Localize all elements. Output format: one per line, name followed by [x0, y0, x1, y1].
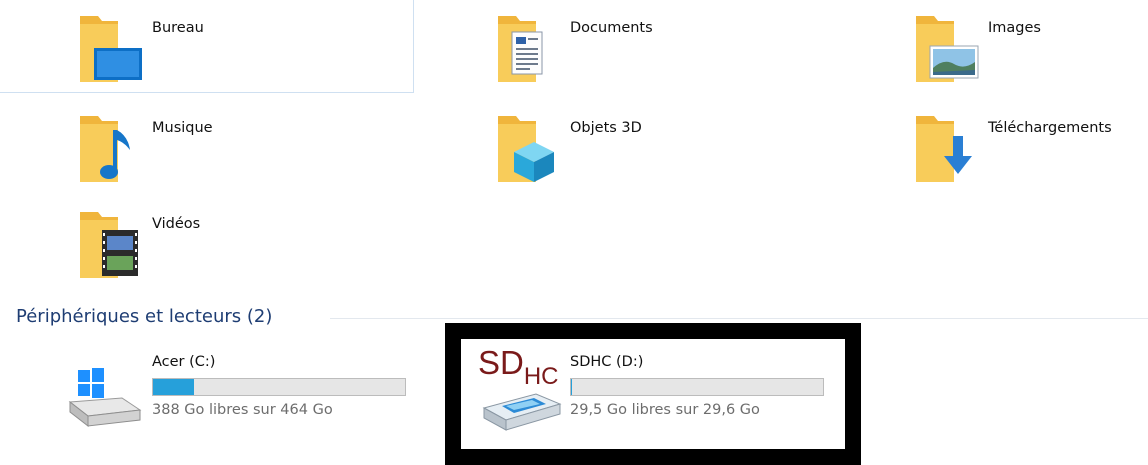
drive-free-space: 388 Go libres sur 464 Go — [152, 402, 333, 418]
drive-usage-bar — [570, 378, 824, 396]
section-divider — [330, 318, 1148, 319]
desktop-folder-icon — [80, 16, 142, 82]
3d-objects-folder-icon — [498, 116, 554, 182]
sdhc-logo: SDHC — [478, 344, 559, 390]
folder-objets-3d[interactable]: Objets 3D — [496, 106, 796, 196]
folder-images[interactable]: Images — [914, 6, 1148, 96]
folder-label: Objets 3D — [570, 120, 642, 136]
folder-label: Téléchargements — [988, 120, 1112, 136]
drive-usage-fill — [571, 379, 572, 395]
documents-folder-icon — [498, 16, 543, 82]
drive-usage-bar — [152, 378, 406, 396]
folder-musique[interactable]: Musique — [78, 106, 378, 196]
sdhc-logo-main: SD — [478, 344, 524, 381]
folder-videos[interactable]: Vidéos — [78, 202, 378, 292]
windows-drive-icon — [68, 368, 142, 428]
music-folder-icon — [80, 116, 130, 182]
folder-documents[interactable]: Documents — [496, 6, 796, 96]
drive-free-space: 29,5 Go libres sur 29,6 Go — [570, 402, 760, 418]
folder-label: Bureau — [152, 20, 204, 36]
folder-label: Vidéos — [152, 216, 201, 232]
folder-label: Documents — [570, 20, 653, 36]
devices-section-title[interactable]: Périphériques et lecteurs (2) — [16, 306, 272, 327]
folder-bureau[interactable]: Bureau — [78, 6, 378, 96]
drive-usage-fill — [153, 379, 195, 395]
folder-label: Musique — [152, 120, 213, 136]
pictures-folder-icon — [916, 16, 979, 82]
folder-label: Images — [988, 20, 1041, 36]
drive-name: SDHC (D:) — [570, 354, 644, 370]
drive-d[interactable]: SDHC (D:) 29,5 Go libres sur 29,6 Go — [570, 354, 830, 434]
videos-folder-icon — [80, 212, 138, 278]
folder-telechargements[interactable]: Téléchargements — [914, 106, 1148, 196]
drive-name: Acer (C:) — [152, 354, 216, 370]
downloads-folder-icon — [916, 116, 972, 182]
drive-c[interactable]: Acer (C:) 388 Go libres sur 464 Go — [152, 354, 412, 434]
sd-card-drive-icon — [482, 393, 562, 431]
